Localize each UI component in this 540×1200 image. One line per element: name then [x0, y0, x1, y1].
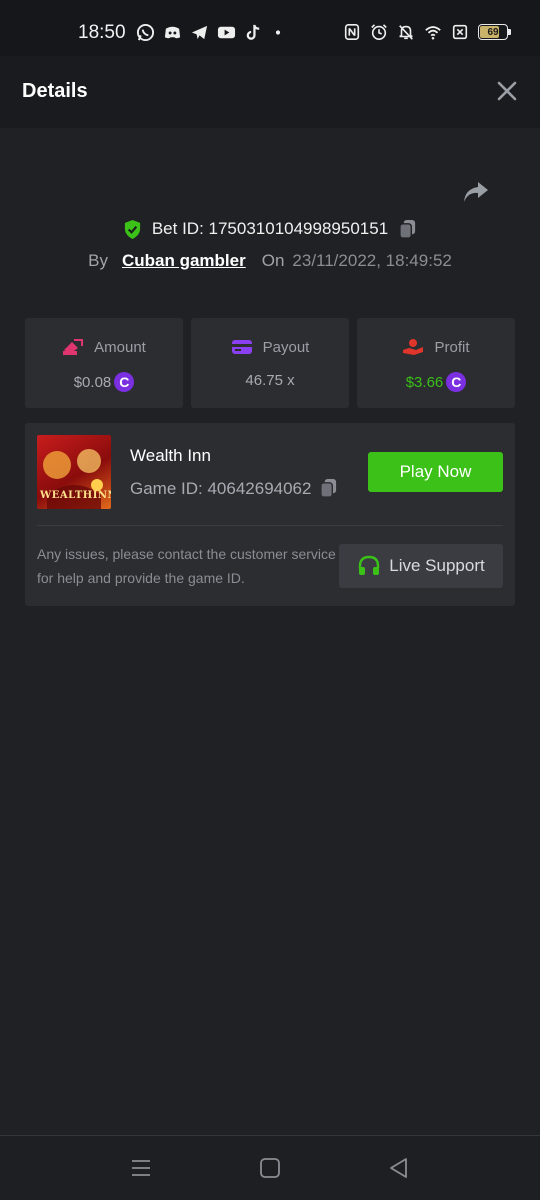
live-support-button[interactable]: Live Support: [339, 544, 503, 588]
battery-icon: 69: [478, 24, 511, 40]
payout-value: 46.75 x: [245, 372, 295, 389]
telegram-icon: [191, 25, 208, 40]
coin-icon: C: [446, 372, 467, 392]
bet-id-row: Bet ID: 1750310104998950151: [0, 216, 540, 242]
tiktok-icon: [246, 24, 260, 40]
bet-id: Bet ID: 1750310104998950151: [151, 219, 389, 238]
verified-shield-icon: [124, 219, 140, 239]
profit-value: $3.66: [405, 373, 444, 391]
amount-label: Amount: [94, 338, 146, 356]
game-id-row: Game ID: 40642694062: [130, 478, 338, 499]
bet-date: 23/11/2022, 18:49:52: [292, 251, 452, 270]
whatsapp-icon: [136, 23, 155, 42]
game-thumbnail[interactable]: WEALTHINN: [37, 435, 111, 509]
copy-bet-id-icon[interactable]: [398, 219, 417, 240]
headset-icon: [359, 555, 380, 575]
mute-icon: [399, 25, 413, 40]
dot-icon: [275, 30, 281, 35]
wifi-icon: [425, 26, 441, 40]
details-header: Details: [0, 56, 540, 128]
divider: [37, 525, 503, 526]
profit-card: Profit $3.66 C: [357, 318, 515, 408]
bet-stats: Amount $0.08 C Payout 46.75 x Profit $3.…: [25, 318, 515, 408]
live-support-label: Live Support: [389, 556, 485, 575]
close-icon: [497, 81, 517, 101]
coin-icon: C: [114, 372, 135, 392]
home-button[interactable]: [258, 1156, 282, 1180]
game-card: WEALTHINN Wealth Inn Game ID: 4064269406…: [25, 423, 515, 606]
battery-level: 69: [487, 26, 499, 38]
game-id: Game ID: 40642694062: [130, 478, 312, 498]
copy-game-id-icon[interactable]: [319, 478, 338, 499]
profit-icon: [403, 339, 424, 355]
back-button[interactable]: [387, 1156, 411, 1180]
alarm-icon: [371, 24, 387, 41]
on-label: On: [261, 251, 285, 270]
card-icon: [231, 340, 252, 354]
play-now-button[interactable]: Play Now: [368, 452, 503, 492]
amount-value: $0.08: [73, 373, 112, 391]
game-name: Wealth Inn: [130, 446, 211, 465]
payout-label: Payout: [262, 338, 310, 356]
home-square-icon: [260, 1158, 280, 1178]
sim-icon: [452, 24, 468, 40]
page-title: Details: [22, 80, 88, 102]
game-thumbnail-title: WEALTHINN: [40, 490, 111, 501]
status-time: 18:50: [78, 22, 126, 43]
status-app-icons: [136, 23, 285, 42]
payout-card: Payout 46.75 x: [191, 318, 349, 408]
discord-icon: [164, 26, 181, 39]
status-bar: 18:50 69: [0, 0, 540, 56]
support-notice: Any issues, please contact the customer …: [37, 546, 336, 586]
share-icon: [464, 182, 488, 202]
amount-icon: [63, 339, 84, 355]
share-button[interactable]: [462, 180, 490, 204]
status-system-icons: 69: [343, 23, 511, 41]
menu-icon: [132, 1160, 150, 1176]
profit-label: Profit: [434, 338, 470, 356]
back-triangle-icon: [390, 1158, 407, 1178]
youtube-icon: [217, 26, 236, 39]
recents-button[interactable]: [129, 1156, 153, 1180]
username-link[interactable]: Cuban gambler: [122, 251, 246, 271]
by-label: By: [88, 251, 108, 270]
amount-card: Amount $0.08 C: [25, 318, 183, 408]
system-nav-bar: [0, 1135, 540, 1200]
nfc-icon: [344, 23, 360, 41]
close-button[interactable]: [496, 80, 518, 102]
bet-meta-row: By Cuban gambler On 23/11/2022, 18:49:52: [0, 250, 540, 272]
